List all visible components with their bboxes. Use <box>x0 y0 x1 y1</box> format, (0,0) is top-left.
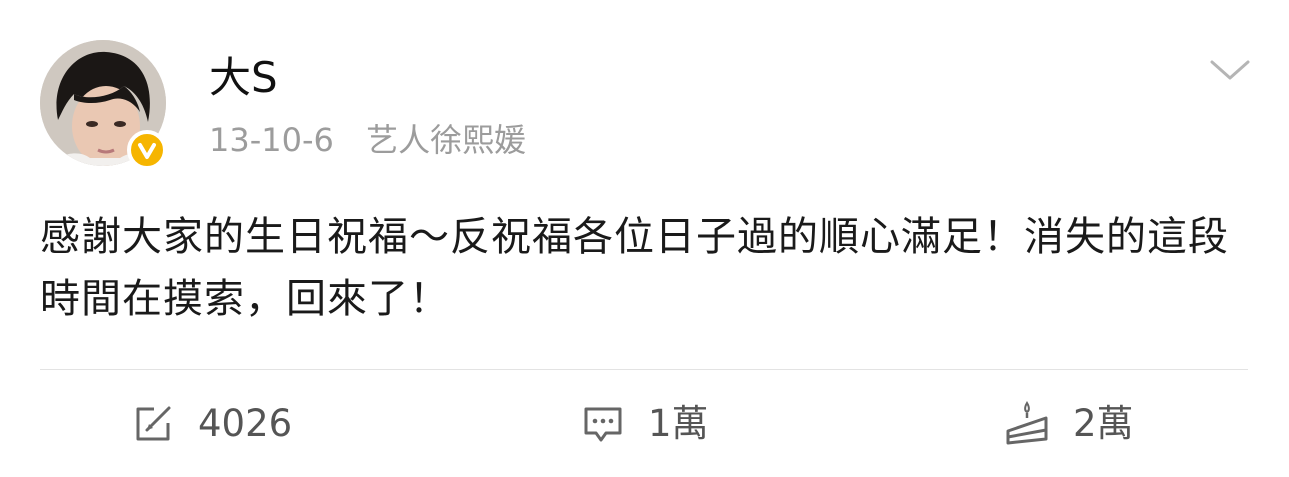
comment-icon <box>582 403 624 445</box>
post-meta: 13-10-6 艺人徐熙媛 <box>209 118 526 162</box>
repost-button[interactable]: 4026 <box>132 398 292 450</box>
post-menu-button[interactable] <box>1208 55 1252 85</box>
comment-count: 1萬 <box>648 402 709 445</box>
comment-button[interactable]: 1萬 <box>582 398 709 450</box>
avatar-container[interactable] <box>40 40 168 170</box>
repost-count: 4026 <box>198 402 293 445</box>
author-description: 艺人徐熙媛 <box>366 121 527 159</box>
like-count: 2萬 <box>1073 402 1134 445</box>
chevron-down-icon <box>1210 60 1250 80</box>
divider <box>40 369 1248 370</box>
repost-icon <box>132 403 174 445</box>
post-text: 感謝大家的生日祝福～反祝福各位日子過的順心滿足！消失的這段時間在摸索，回來了！ <box>40 214 1229 322</box>
verified-badge-icon <box>127 130 167 170</box>
author-name[interactable]: 大S <box>209 52 278 104</box>
weibo-post-card: 大S 13-10-6 艺人徐熙媛 感謝大家的生日祝福～反祝福各位日子過的順心滿足… <box>0 0 1289 477</box>
cake-like-icon <box>1005 401 1049 447</box>
post-date: 13-10-6 <box>209 121 334 159</box>
like-button[interactable]: 2萬 <box>1005 398 1134 450</box>
